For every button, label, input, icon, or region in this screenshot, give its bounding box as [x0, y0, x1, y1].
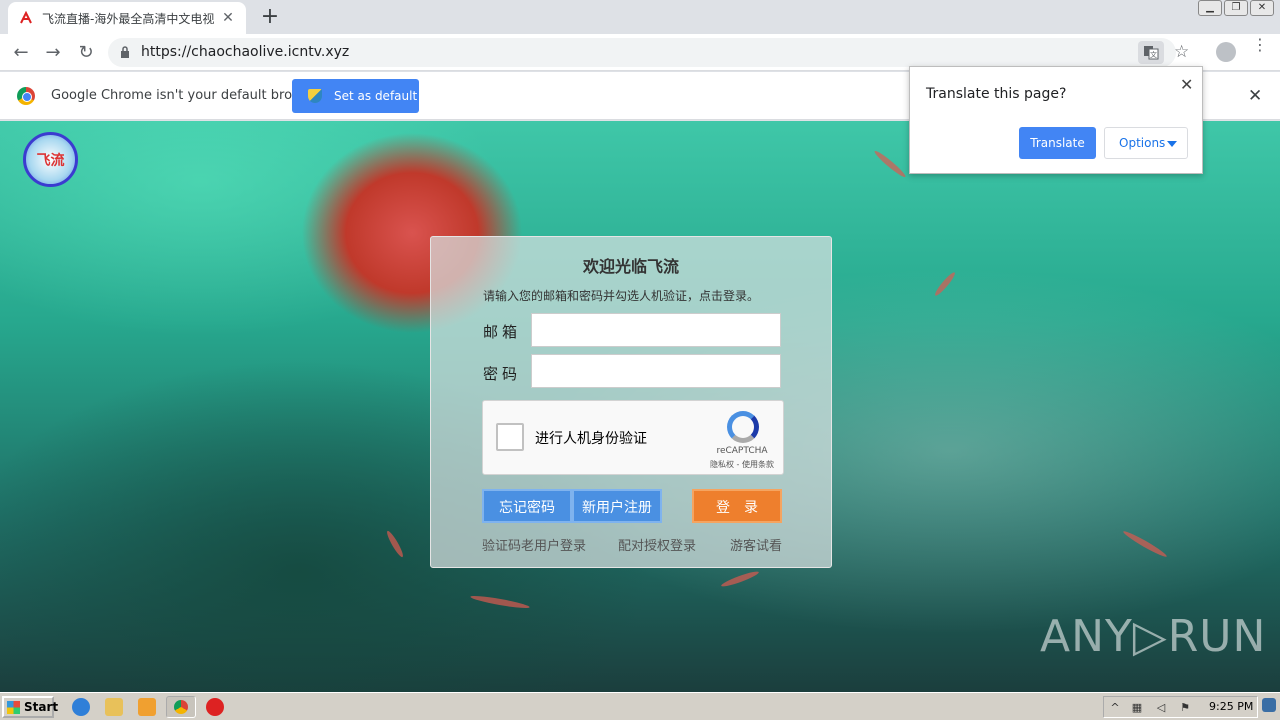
- translate-bubble: Translate this page? ✕ Translate Options: [909, 66, 1203, 174]
- chrome-logo-icon: [17, 87, 35, 105]
- email-field[interactable]: [531, 313, 781, 347]
- media-player-icon[interactable]: [138, 698, 156, 716]
- minimize-button[interactable]: ▁: [1198, 0, 1222, 16]
- background-decoration: [469, 593, 531, 611]
- forward-button[interactable]: →: [40, 40, 66, 66]
- site-logo-text: 飞流: [36, 152, 65, 169]
- chrome-taskbar-button[interactable]: [166, 696, 196, 718]
- site-favicon-icon: [18, 10, 34, 26]
- recaptcha-logo-icon: [727, 411, 759, 443]
- windows-taskbar: Start ^ ▦ ◁ ⚑ 9:25 PM: [0, 692, 1280, 720]
- translate-question: Translate this page?: [926, 86, 1067, 102]
- chevron-down-icon: [1167, 141, 1177, 147]
- guest-trial-link[interactable]: 游客试看: [730, 535, 782, 554]
- translate-close-icon[interactable]: ✕: [1180, 75, 1193, 94]
- chrome-menu-icon[interactable]: ⋮: [1252, 37, 1268, 53]
- lock-icon[interactable]: [120, 45, 130, 59]
- site-logo[interactable]: 飞流: [23, 132, 78, 187]
- show-desktop-icon[interactable]: [1262, 698, 1276, 712]
- password-field[interactable]: [531, 354, 781, 388]
- system-tray: ^ ▦ ◁ ⚑ 9:25 PM: [1103, 696, 1258, 718]
- start-button[interactable]: Start: [2, 696, 58, 718]
- pairing-login-link[interactable]: 配对授权登录: [618, 535, 696, 554]
- recaptcha-links[interactable]: 隐私权 - 使用条款: [705, 459, 779, 470]
- captcha-old-user-login-link[interactable]: 验证码老用户登录: [482, 535, 586, 554]
- clock[interactable]: 9:25 PM: [1209, 700, 1253, 713]
- bookmark-star-icon[interactable]: ☆: [1174, 42, 1189, 62]
- recaptcha-label: 进行人机身份验证: [535, 431, 647, 447]
- recaptcha-brand: reCAPTCHA: [716, 446, 768, 456]
- tray-expand-icon[interactable]: ^: [1108, 701, 1122, 715]
- profile-avatar-icon[interactable]: [1216, 42, 1236, 62]
- forgot-password-button[interactable]: 忘记密码: [482, 489, 572, 523]
- ie-icon[interactable]: [72, 698, 90, 716]
- address-bar[interactable]: https://chaochaolive.icntv.xyz 文: [108, 38, 1176, 67]
- maximize-button[interactable]: ❐: [1224, 0, 1248, 16]
- translate-button[interactable]: Translate: [1019, 127, 1096, 159]
- set-as-default-button[interactable]: Set as default: [292, 79, 419, 113]
- login-subtitle: 请输入您的邮箱和密码并勾选人机验证，点击登录。: [483, 289, 760, 303]
- translate-options-button[interactable]: Options: [1104, 127, 1188, 159]
- background-decoration: [872, 148, 908, 180]
- url-text[interactable]: https://chaochaolive.icntv.xyz: [141, 44, 349, 60]
- tab-strip: 飞流直播-海外最全高清中文电视直播 ✕ + ▁ ❐ ✕: [0, 0, 1280, 34]
- background-decoration: [1121, 528, 1169, 560]
- set-as-default-label: Set as default: [334, 89, 418, 103]
- stop-icon[interactable]: [206, 698, 224, 716]
- back-button[interactable]: ←: [8, 40, 34, 66]
- infobar-close-icon[interactable]: ✕: [1248, 86, 1262, 106]
- tab-title: 飞流直播-海外最全高清中文电视直播: [42, 11, 214, 26]
- tab-close-icon[interactable]: ✕: [220, 10, 236, 26]
- svg-text:文: 文: [1150, 50, 1157, 59]
- background-decoration: [720, 569, 760, 589]
- translate-icon[interactable]: 文: [1138, 41, 1164, 64]
- login-button[interactable]: 登录: [692, 489, 782, 523]
- window-controls: ▁ ❐ ✕: [1198, 0, 1274, 16]
- new-tab-button[interactable]: +: [258, 6, 282, 30]
- infobar-message: Google Chrome isn't your default browser: [51, 88, 323, 103]
- email-label: 邮箱: [483, 323, 522, 341]
- reload-button[interactable]: ↻: [73, 40, 99, 66]
- network-icon[interactable]: ▦: [1130, 701, 1144, 715]
- login-panel: 欢迎光临飞流 请输入您的邮箱和密码并勾选人机验证，点击登录。 邮箱 密码 进行人…: [430, 236, 832, 568]
- recaptcha-checkbox[interactable]: [496, 423, 524, 451]
- register-button[interactable]: 新用户注册: [572, 489, 662, 523]
- close-window-button[interactable]: ✕: [1250, 0, 1274, 16]
- background-decoration: [933, 270, 957, 298]
- anyrun-watermark: ANY▷RUN: [1040, 611, 1267, 662]
- start-label: Start: [24, 700, 59, 714]
- login-title: 欢迎光临飞流: [582, 257, 679, 276]
- chrome-icon: [174, 700, 188, 714]
- uac-shield-icon: [308, 89, 322, 103]
- background-decoration: [384, 529, 406, 559]
- volume-icon[interactable]: ◁: [1154, 701, 1168, 715]
- action-center-flag-icon[interactable]: ⚑: [1178, 701, 1192, 715]
- translate-options-label: Options: [1119, 136, 1166, 150]
- explorer-folder-icon[interactable]: [105, 698, 123, 716]
- windows-flag-icon: [7, 701, 20, 714]
- password-label: 密码: [483, 365, 522, 383]
- recaptcha-widget: 进行人机身份验证 reCAPTCHA 隐私权 - 使用条款: [482, 400, 784, 475]
- browser-tab[interactable]: 飞流直播-海外最全高清中文电视直播 ✕: [8, 2, 246, 34]
- page-content: 飞流 欢迎光临飞流 请输入您的邮箱和密码并勾选人机验证，点击登录。 邮箱 密码 …: [0, 121, 1280, 692]
